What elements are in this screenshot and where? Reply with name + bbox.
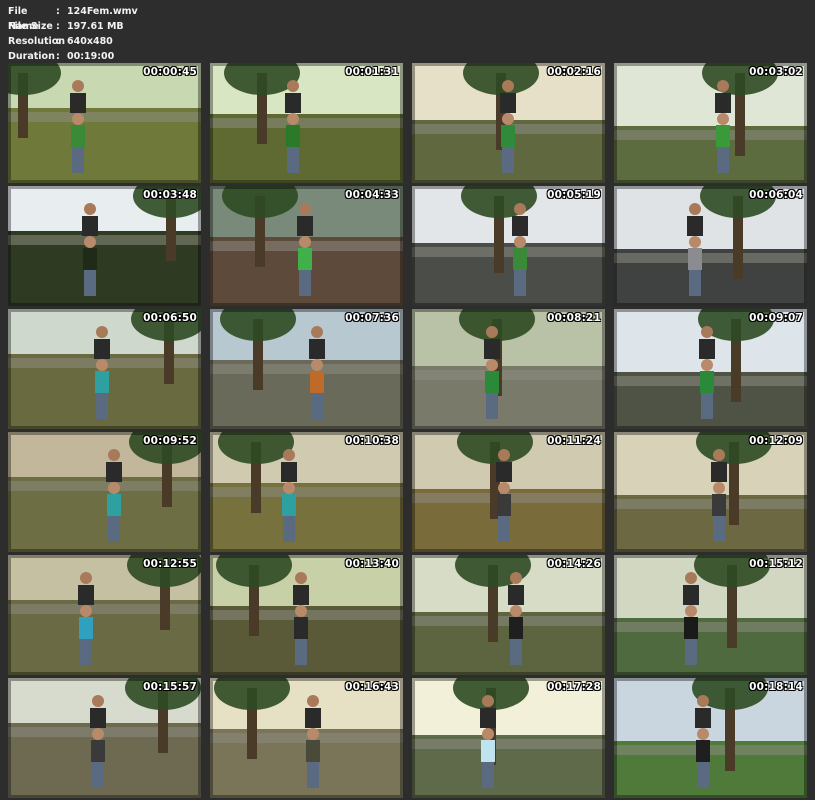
video-thumbnail[interactable]: 00:01:31 (210, 63, 403, 183)
thumbnail-image (614, 432, 807, 552)
thumbnail-image (412, 186, 605, 306)
separator: : (56, 21, 60, 32)
thumbnail-image (614, 63, 807, 183)
thumbnail-image (412, 432, 605, 552)
thumbnail-timestamp: 00:03:48 (143, 189, 197, 201)
thumbnail-grid: 00:00:45 00:01:31 00:02:16 00:03:02 00:03:48… (8, 63, 808, 798)
thumbnail-image (412, 555, 605, 675)
video-thumbnail[interactable]: 00:09:52 (8, 432, 201, 552)
contact-sheet: File Name : 124Fem.wmv File Size : 197.6… (0, 0, 815, 800)
thumbnail-timestamp: 00:05:19 (547, 189, 601, 201)
video-thumbnail[interactable]: 00:14:26 (412, 555, 605, 675)
duration-row: Duration : 00:19:00 (8, 49, 308, 64)
video-thumbnail[interactable]: 00:15:57 (8, 678, 201, 798)
thumbnail-image (412, 309, 605, 429)
video-thumbnail[interactable]: 00:03:02 (614, 63, 807, 183)
video-thumbnail[interactable]: 00:12:09 (614, 432, 807, 552)
thumbnail-image (210, 186, 403, 306)
thumbnail-timestamp: 00:12:55 (143, 558, 197, 570)
file-size-label: File Size (8, 21, 53, 32)
thumbnail-timestamp: 00:12:09 (749, 435, 803, 447)
separator: : (56, 51, 60, 62)
video-thumbnail[interactable]: 00:06:04 (614, 186, 807, 306)
thumbnail-timestamp: 00:01:31 (345, 66, 399, 78)
video-thumbnail[interactable]: 00:18:14 (614, 678, 807, 798)
duration-label: Duration (8, 51, 55, 62)
thumbnail-image (8, 186, 201, 306)
thumbnail-timestamp: 00:07:36 (345, 312, 399, 324)
thumbnail-timestamp: 00:04:33 (345, 189, 399, 201)
thumbnail-image (210, 63, 403, 183)
file-name-label: File Name (8, 6, 39, 32)
resolution-label: Resolution (8, 36, 66, 47)
thumbnail-timestamp: 00:14:26 (547, 558, 601, 570)
video-thumbnail[interactable]: 00:16:43 (210, 678, 403, 798)
thumbnail-timestamp: 00:17:28 (547, 681, 601, 693)
file-name-row: File Name : 124Fem.wmv (8, 4, 308, 32)
thumbnail-timestamp: 00:15:12 (749, 558, 803, 570)
file-size-value: 197.61 MB (67, 21, 124, 32)
thumbnail-image (614, 678, 807, 798)
video-thumbnail[interactable]: 00:12:55 (8, 555, 201, 675)
thumbnail-image (8, 678, 201, 798)
thumbnail-timestamp: 00:18:14 (749, 681, 803, 693)
thumbnail-timestamp: 00:09:52 (143, 435, 197, 447)
video-thumbnail[interactable]: 00:10:38 (210, 432, 403, 552)
thumbnail-image (8, 63, 201, 183)
thumbnail-timestamp: 00:11:24 (547, 435, 601, 447)
video-thumbnail[interactable]: 00:13:40 (210, 555, 403, 675)
file-info-header: File Name : 124Fem.wmv File Size : 197.6… (8, 4, 308, 64)
thumbnail-image (8, 309, 201, 429)
separator: : (56, 36, 60, 47)
resolution-row: Resolution : 640x480 (8, 34, 308, 49)
thumbnail-image (614, 309, 807, 429)
thumbnail-image (614, 555, 807, 675)
thumbnail-timestamp: 00:00:45 (143, 66, 197, 78)
thumbnail-image (412, 678, 605, 798)
thumbnail-timestamp: 00:16:43 (345, 681, 399, 693)
thumbnail-image (210, 309, 403, 429)
file-name-value: 124Fem.wmv (67, 6, 138, 17)
thumbnail-image (412, 63, 605, 183)
thumbnail-image (8, 432, 201, 552)
thumbnail-image (210, 555, 403, 675)
thumbnail-image (8, 555, 201, 675)
thumbnail-timestamp: 00:06:50 (143, 312, 197, 324)
thumbnail-timestamp: 00:15:57 (143, 681, 197, 693)
video-thumbnail[interactable]: 00:06:50 (8, 309, 201, 429)
video-thumbnail[interactable]: 00:00:45 (8, 63, 201, 183)
video-thumbnail[interactable]: 00:04:33 (210, 186, 403, 306)
thumbnail-timestamp: 00:10:38 (345, 435, 399, 447)
thumbnail-timestamp: 00:02:16 (547, 66, 601, 78)
video-thumbnail[interactable]: 00:03:48 (8, 186, 201, 306)
video-thumbnail[interactable]: 00:17:28 (412, 678, 605, 798)
video-thumbnail[interactable]: 00:15:12 (614, 555, 807, 675)
thumbnail-timestamp: 00:09:07 (749, 312, 803, 324)
file-size-row: File Size : 197.61 MB (8, 19, 308, 34)
video-thumbnail[interactable]: 00:02:16 (412, 63, 605, 183)
thumbnail-timestamp: 00:03:02 (749, 66, 803, 78)
duration-value: 00:19:00 (67, 51, 115, 62)
video-thumbnail[interactable]: 00:07:36 (210, 309, 403, 429)
thumbnail-timestamp: 00:13:40 (345, 558, 399, 570)
thumbnail-image (210, 432, 403, 552)
resolution-value: 640x480 (67, 36, 113, 47)
video-thumbnail[interactable]: 00:09:07 (614, 309, 807, 429)
thumbnail-image (614, 186, 807, 306)
separator: : (56, 6, 60, 17)
thumbnail-timestamp: 00:08:21 (547, 312, 601, 324)
video-thumbnail[interactable]: 00:08:21 (412, 309, 605, 429)
thumbnail-timestamp: 00:06:04 (749, 189, 803, 201)
video-thumbnail[interactable]: 00:11:24 (412, 432, 605, 552)
video-thumbnail[interactable]: 00:05:19 (412, 186, 605, 306)
thumbnail-image (210, 678, 403, 798)
